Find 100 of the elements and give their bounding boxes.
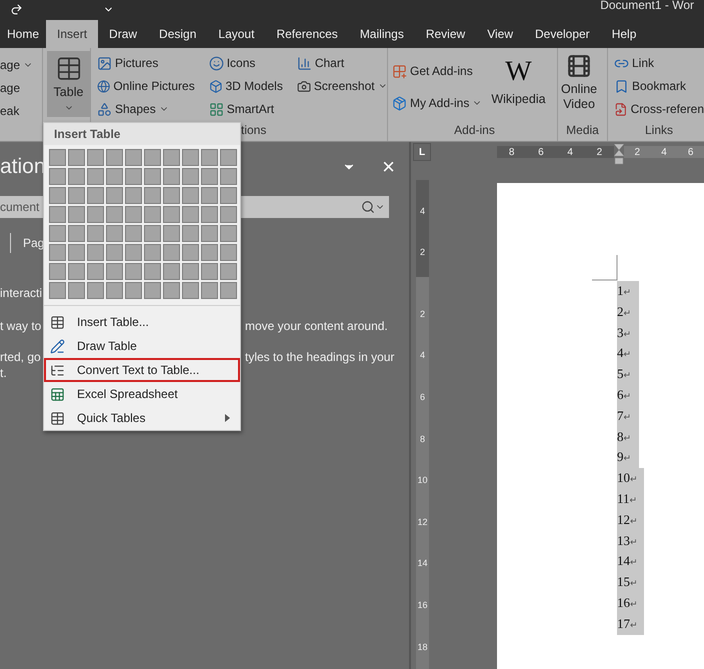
table-grid-cell[interactable] <box>106 168 123 185</box>
table-grid-cell[interactable] <box>68 168 85 185</box>
ribbon-button[interactable]: Pictures <box>97 53 195 73</box>
table-grid-cell[interactable] <box>68 282 85 299</box>
indent-marker-icon[interactable] <box>614 144 624 166</box>
table-grid-cell[interactable] <box>182 187 199 204</box>
table-grid-cell[interactable] <box>49 149 66 166</box>
table-grid-cell[interactable] <box>182 282 199 299</box>
table-grid-cell[interactable] <box>125 244 142 261</box>
ribbon-button[interactable]: Bookmark <box>614 76 704 96</box>
table-grid-cell[interactable] <box>220 282 237 299</box>
ribbon-tab[interactable]: Help <box>600 20 648 48</box>
wikipedia-button[interactable]: W Wikipedia <box>488 51 549 123</box>
table-grid-cell[interactable] <box>182 206 199 223</box>
table-grid-cell[interactable] <box>220 149 237 166</box>
ribbon-tab[interactable]: Mailings <box>348 20 415 48</box>
table-grid-cell[interactable] <box>125 225 142 242</box>
ribbon-tab[interactable]: View <box>476 20 524 48</box>
table-grid-cell[interactable] <box>201 149 218 166</box>
ribbon-tab[interactable]: Design <box>148 20 208 48</box>
menu-item[interactable]: Insert Table... <box>44 310 240 334</box>
table-grid-cell[interactable] <box>163 225 180 242</box>
table-grid-cell[interactable] <box>68 225 85 242</box>
table-grid-cell[interactable] <box>144 244 161 261</box>
table-grid-cell[interactable] <box>125 149 142 166</box>
table-grid-cell[interactable] <box>182 263 199 280</box>
table-grid-cell[interactable] <box>125 263 142 280</box>
table-grid-cell[interactable] <box>201 225 218 242</box>
table-grid-cell[interactable] <box>182 225 199 242</box>
ribbon-button[interactable]: Icons <box>208 53 283 73</box>
table-grid-cell[interactable] <box>106 263 123 280</box>
table-grid-cell[interactable] <box>87 282 104 299</box>
table-grid-cell[interactable] <box>220 206 237 223</box>
ribbon-button[interactable]: Link <box>614 53 704 73</box>
table-grid-cell[interactable] <box>163 149 180 166</box>
ribbon-button[interactable]: 3D Models <box>208 76 283 96</box>
table-grid-cell[interactable] <box>163 282 180 299</box>
table-grid-cell[interactable] <box>68 149 85 166</box>
table-grid-cell[interactable] <box>201 263 218 280</box>
tab-selector[interactable]: L <box>413 143 431 161</box>
ribbon-button[interactable]: Online Pictures <box>97 76 195 96</box>
table-grid-cell[interactable] <box>87 206 104 223</box>
table-grid-cell[interactable] <box>144 282 161 299</box>
table-grid-cell[interactable] <box>87 168 104 185</box>
table-grid-cell[interactable] <box>201 168 218 185</box>
ribbon-button[interactable]: Shapes <box>97 99 195 119</box>
menu-item[interactable]: Draw Table <box>44 334 240 358</box>
table-grid-cell[interactable] <box>125 206 142 223</box>
table-grid-cell[interactable] <box>220 225 237 242</box>
table-grid-cell[interactable] <box>87 187 104 204</box>
table-grid-cell[interactable] <box>106 149 123 166</box>
menu-item[interactable]: Convert Text to Table... <box>44 358 240 382</box>
table-grid-cell[interactable] <box>49 263 66 280</box>
redo-icon[interactable] <box>10 2 23 16</box>
table-grid-cell[interactable] <box>163 206 180 223</box>
menu-item[interactable]: Quick Tables <box>44 406 240 430</box>
ribbon-button[interactable]: age <box>0 55 42 75</box>
table-grid-cell[interactable] <box>87 244 104 261</box>
table-grid-cell[interactable] <box>201 244 218 261</box>
table-grid-cell[interactable] <box>144 206 161 223</box>
table-grid-cell[interactable] <box>106 282 123 299</box>
ribbon-tab[interactable]: Home <box>0 20 46 48</box>
ribbon-button[interactable]: eak <box>0 101 42 121</box>
table-grid-cell[interactable] <box>144 187 161 204</box>
table-grid-cell[interactable] <box>220 168 237 185</box>
table-grid-cell[interactable] <box>68 244 85 261</box>
ribbon-tab[interactable]: Insert <box>46 20 98 48</box>
table-grid-cell[interactable] <box>220 263 237 280</box>
ribbon-tab[interactable]: Developer <box>524 20 601 48</box>
ribbon-tab[interactable]: Layout <box>207 20 266 48</box>
table-grid-cell[interactable] <box>106 225 123 242</box>
table-grid-cell[interactable] <box>182 244 199 261</box>
table-grid-cell[interactable] <box>125 282 142 299</box>
table-grid-cell[interactable] <box>201 187 218 204</box>
ribbon-button[interactable]: My Add-ins <box>392 93 482 113</box>
table-grid-cell[interactable] <box>144 149 161 166</box>
table-grid-cell[interactable] <box>144 263 161 280</box>
table-grid-cell[interactable] <box>220 187 237 204</box>
table-grid-cell[interactable] <box>106 206 123 223</box>
table-grid-cell[interactable] <box>49 282 66 299</box>
table-grid-cell[interactable] <box>163 187 180 204</box>
table-grid-cell[interactable] <box>163 263 180 280</box>
table-grid-cell[interactable] <box>49 244 66 261</box>
table-grid-cell[interactable] <box>49 225 66 242</box>
table-button[interactable]: Table <box>47 51 90 117</box>
table-grid-cell[interactable] <box>68 187 85 204</box>
ribbon-button[interactable]: age <box>0 78 42 98</box>
ribbon-tab[interactable]: References <box>265 20 349 48</box>
table-grid-cell[interactable] <box>106 187 123 204</box>
menu-item[interactable]: Excel Spreadsheet <box>44 382 240 406</box>
table-grid-cell[interactable] <box>68 206 85 223</box>
table-grid-cell[interactable] <box>144 225 161 242</box>
table-grid-cell[interactable] <box>182 168 199 185</box>
table-grid-cell[interactable] <box>201 206 218 223</box>
table-grid-cell[interactable] <box>68 263 85 280</box>
table-grid-cell[interactable] <box>49 168 66 185</box>
table-grid-cell[interactable] <box>144 168 161 185</box>
table-grid-cell[interactable] <box>163 168 180 185</box>
table-grid-cell[interactable] <box>87 263 104 280</box>
table-grid-cell[interactable] <box>125 187 142 204</box>
